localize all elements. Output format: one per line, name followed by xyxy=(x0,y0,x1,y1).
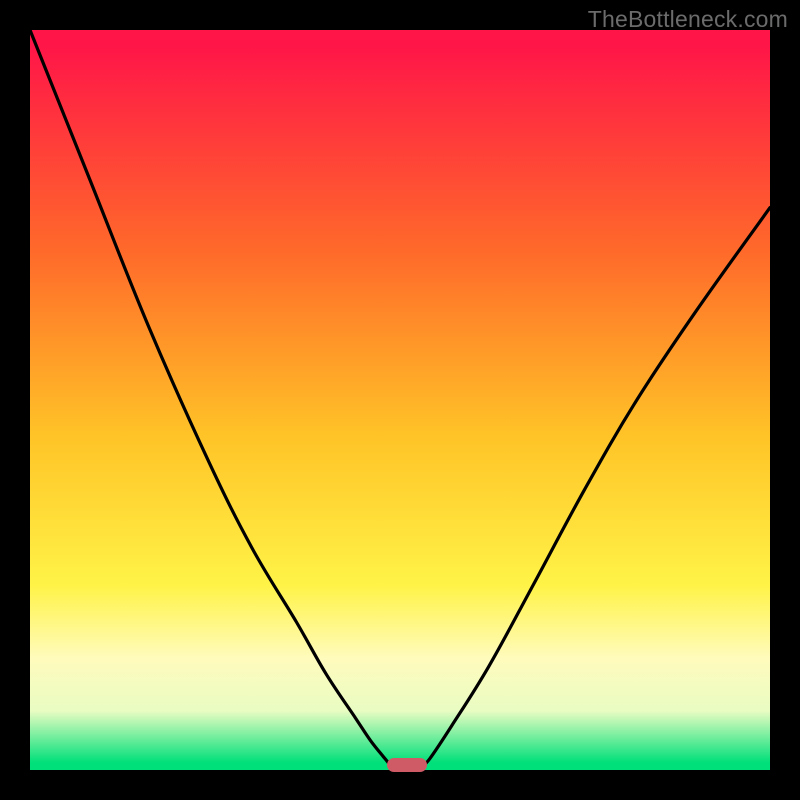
right-curve xyxy=(419,208,771,770)
left-curve xyxy=(30,30,396,770)
bottleneck-marker xyxy=(387,758,427,772)
chart-curves xyxy=(0,0,800,800)
